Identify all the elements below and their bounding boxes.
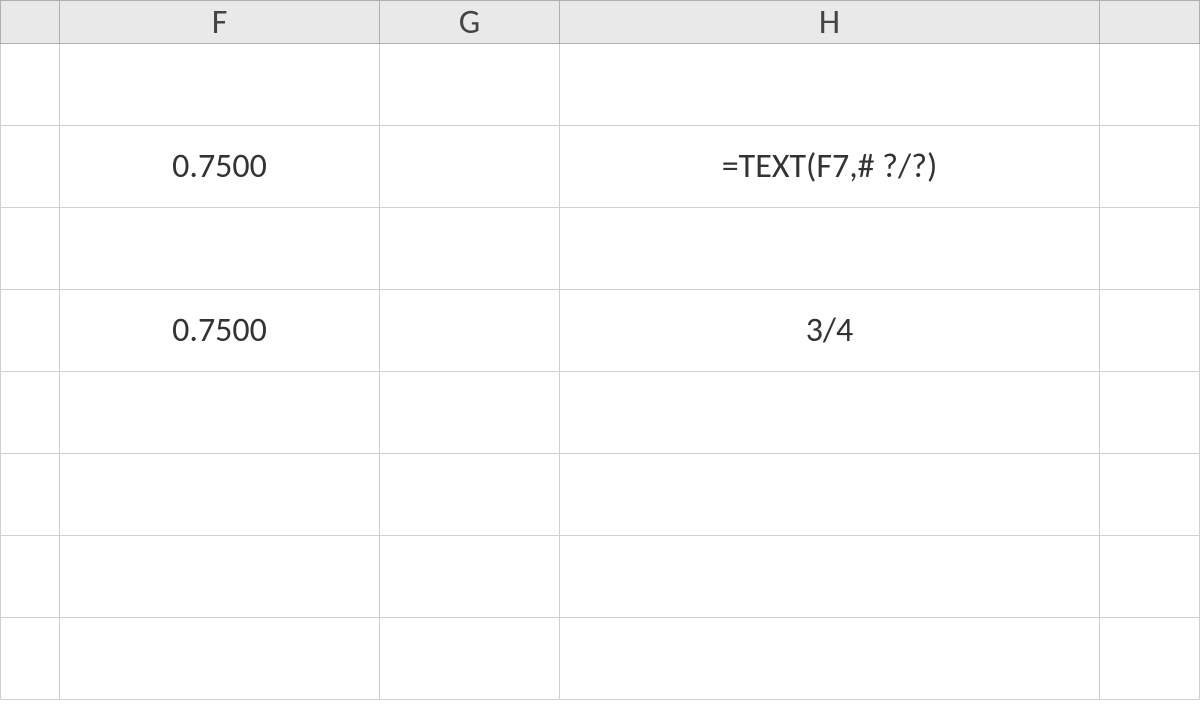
cell-E-r4[interactable] — [0, 290, 60, 372]
cell-F-r3[interactable] — [60, 208, 380, 290]
cell-I-r1[interactable] — [1100, 44, 1200, 126]
column-header-G[interactable]: G — [380, 0, 560, 44]
cell-I-r2[interactable] — [1100, 126, 1200, 208]
cell-H-r4[interactable]: 3/4 — [560, 290, 1100, 372]
cell-I-r3[interactable] — [1100, 208, 1200, 290]
cell-E-r8[interactable] — [0, 618, 60, 700]
cell-G-r7[interactable] — [380, 536, 560, 618]
cell-E-r7[interactable] — [0, 536, 60, 618]
cell-F-r8[interactable] — [60, 618, 380, 700]
cell-F-r5[interactable] — [60, 372, 380, 454]
cell-G-r6[interactable] — [380, 454, 560, 536]
cell-H-r2[interactable]: =TEXT(F7,# ?/?) — [560, 126, 1100, 208]
column-header-blank-left[interactable] — [0, 0, 60, 44]
cell-H-r1[interactable] — [560, 44, 1100, 126]
cell-E-r2[interactable] — [0, 126, 60, 208]
cell-H-r6[interactable] — [560, 454, 1100, 536]
cell-F-r1[interactable] — [60, 44, 380, 126]
cell-F-r7[interactable] — [60, 536, 380, 618]
cell-I-r4[interactable] — [1100, 290, 1200, 372]
column-header-F[interactable]: F — [60, 0, 380, 44]
cell-E-r3[interactable] — [0, 208, 60, 290]
cell-E-r5[interactable] — [0, 372, 60, 454]
cell-E-r1[interactable] — [0, 44, 60, 126]
cell-G-r2[interactable] — [380, 126, 560, 208]
spreadsheet-grid: F G H 0.7500 =TEXT(F7,# ?/?) 0.7500 3/4 — [0, 0, 1200, 700]
cell-E-r6[interactable] — [0, 454, 60, 536]
column-header-H[interactable]: H — [560, 0, 1100, 44]
column-header-blank-right[interactable] — [1100, 0, 1200, 44]
cell-I-r8[interactable] — [1100, 618, 1200, 700]
cell-I-r7[interactable] — [1100, 536, 1200, 618]
cell-G-r4[interactable] — [380, 290, 560, 372]
cell-G-r8[interactable] — [380, 618, 560, 700]
cell-H-r7[interactable] — [560, 536, 1100, 618]
cell-H-r8[interactable] — [560, 618, 1100, 700]
cell-F-r4[interactable]: 0.7500 — [60, 290, 380, 372]
cell-H-r3[interactable] — [560, 208, 1100, 290]
cell-G-r5[interactable] — [380, 372, 560, 454]
cell-F-r2[interactable]: 0.7500 — [60, 126, 380, 208]
cell-I-r5[interactable] — [1100, 372, 1200, 454]
cell-I-r6[interactable] — [1100, 454, 1200, 536]
cell-H-r5[interactable] — [560, 372, 1100, 454]
cell-G-r3[interactable] — [380, 208, 560, 290]
cell-F-r6[interactable] — [60, 454, 380, 536]
cell-G-r1[interactable] — [380, 44, 560, 126]
